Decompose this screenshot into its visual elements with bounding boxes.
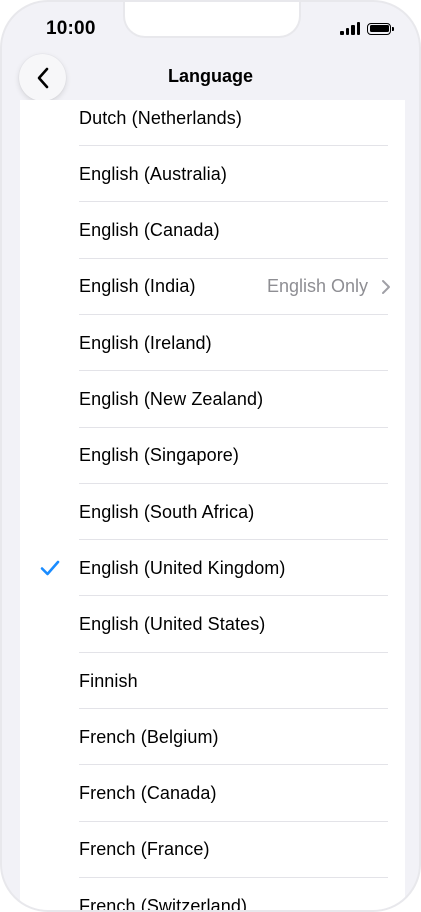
language-item[interactable]: Finnish <box>20 653 405 709</box>
navigation-bar: Language <box>2 52 419 102</box>
status-icons <box>340 22 394 35</box>
language-label: English (United Kingdom) <box>79 557 286 578</box>
language-label: French (France) <box>79 839 210 860</box>
language-item[interactable]: English (Ireland) <box>20 315 405 372</box>
phone-frame: 10:00 Language Dutch (Netherlands) Englis… <box>0 0 421 912</box>
language-label: English (New Zealand) <box>79 389 264 409</box>
battery-icon <box>367 22 394 35</box>
language-item[interactable]: French (Canada) <box>20 766 405 822</box>
language-label: French (Switzerland) <box>79 895 248 912</box>
page-title: Language <box>167 66 253 86</box>
checkmark-icon <box>40 561 60 576</box>
language-item[interactable]: English (United Kingdom) <box>20 540 405 597</box>
language-item[interactable]: English (India) English Only <box>20 259 405 315</box>
language-label: English (Ireland) <box>79 332 212 353</box>
notch <box>123 2 301 38</box>
language-item[interactable]: English (United States) <box>20 597 405 653</box>
language-label: Dutch (Netherlands) <box>79 107 242 128</box>
language-item[interactable]: French (Switzerland) <box>20 878 405 912</box>
language-item[interactable]: French (France) <box>20 822 405 878</box>
language-item[interactable]: English (Australia) <box>20 146 405 203</box>
status-time: 10:00 <box>46 18 96 39</box>
language-item[interactable]: English (New Zealand) <box>20 372 405 428</box>
language-detail: English Only <box>266 276 368 297</box>
language-label: English (Australia) <box>79 163 227 184</box>
language-label: English (India) <box>79 276 196 297</box>
language-label: English (Singapore) <box>79 445 239 466</box>
language-item[interactable]: English (South Africa) <box>20 484 405 541</box>
chevron-right-icon <box>382 279 390 294</box>
language-label: English (United States) <box>79 614 266 635</box>
language-label: French (Belgium) <box>79 726 219 747</box>
language-item[interactable]: English (Canada) <box>20 203 405 259</box>
language-item[interactable]: Dutch (Netherlands) <box>20 100 405 146</box>
language-label: French (Canada) <box>79 783 217 804</box>
language-item[interactable]: French (Belgium) <box>20 709 405 766</box>
language-list: Dutch (Netherlands) English (Australia) En… <box>20 100 405 912</box>
language-label: English (Canada) <box>79 220 220 241</box>
language-item[interactable]: English (Singapore) <box>20 428 405 484</box>
language-label: Finnish <box>79 670 138 691</box>
language-label: English (South Africa) <box>79 501 255 522</box>
cellular-signal-icon <box>340 22 360 35</box>
